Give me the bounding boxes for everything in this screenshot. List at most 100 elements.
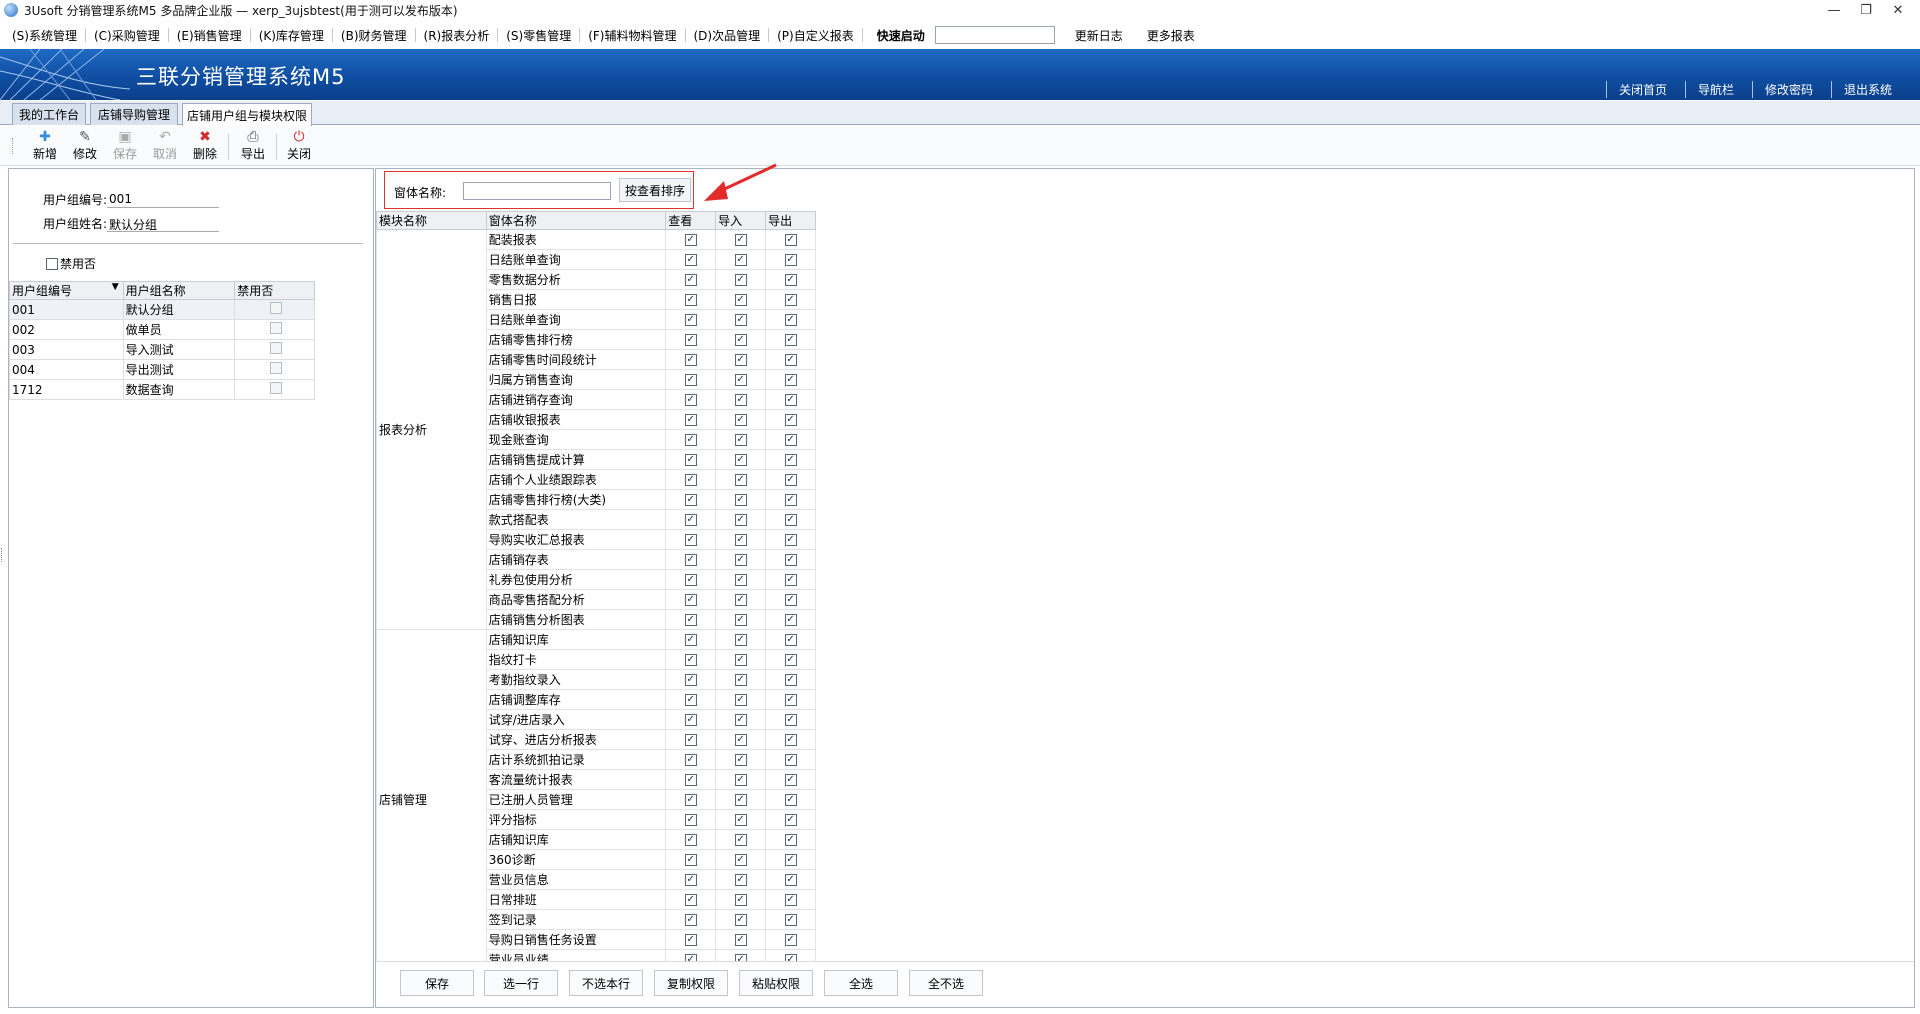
menu-materials[interactable]: (F)辅料物料管理 (582, 27, 682, 44)
import-permission-checkbox[interactable]: ✓ (734, 654, 747, 666)
import-permission-checkbox[interactable]: ✓ (734, 694, 747, 706)
tab-store-user-group-permissions[interactable]: 店铺用户组与模块权限 (182, 103, 312, 126)
export-permission-checkbox[interactable]: ✓ (784, 834, 797, 846)
toolbar-grip[interactable] (12, 138, 15, 154)
export-permission-checkbox[interactable]: ✓ (784, 454, 797, 466)
export-permission-checkbox[interactable]: ✓ (784, 414, 797, 426)
export-permission-checkbox[interactable]: ✓ (784, 914, 797, 926)
export-permission-checkbox[interactable]: ✓ (784, 934, 797, 946)
view-permission-checkbox[interactable]: ✓ (684, 534, 697, 546)
row-disabled-checkbox[interactable] (269, 322, 282, 334)
change-password-link[interactable]: 修改密码 (1751, 81, 1825, 98)
exit-system-link[interactable]: 退出系统 (1830, 81, 1904, 98)
import-permission-checkbox[interactable]: ✓ (734, 714, 747, 726)
import-permission-checkbox[interactable]: ✓ (734, 734, 747, 746)
view-permission-checkbox[interactable]: ✓ (684, 874, 697, 886)
close-button[interactable]: ⏻ 关闭 (282, 129, 316, 163)
view-permission-checkbox[interactable]: ✓ (684, 254, 697, 266)
view-permission-checkbox[interactable]: ✓ (684, 954, 697, 961)
view-permission-checkbox[interactable]: ✓ (684, 514, 697, 526)
table-row[interactable]: 报表分析 配装报表 ✓ ✓ ✓ (376, 229, 816, 630)
view-permission-checkbox[interactable]: ✓ (684, 414, 697, 426)
import-permission-checkbox[interactable]: ✓ (734, 954, 747, 961)
export-permission-checkbox[interactable]: ✓ (784, 694, 797, 706)
import-permission-checkbox[interactable]: ✓ (734, 874, 747, 886)
export-permission-checkbox[interactable]: ✓ (784, 314, 797, 326)
export-permission-checkbox[interactable]: ✓ (784, 854, 797, 866)
more-reports-link[interactable]: 更多报表 (1141, 27, 1201, 44)
menu-purchase[interactable]: (C)采购管理 (88, 27, 166, 44)
export-permission-checkbox[interactable]: ✓ (784, 654, 797, 666)
import-permission-checkbox[interactable]: ✓ (734, 454, 747, 466)
import-permission-checkbox[interactable]: ✓ (734, 514, 747, 526)
import-permission-checkbox[interactable]: ✓ (734, 294, 747, 306)
menu-reports[interactable]: (R)报表分析 (418, 27, 496, 44)
menu-sales[interactable]: (E)销售管理 (171, 27, 248, 44)
edit-button[interactable]: ✎ 修改 (68, 129, 102, 163)
import-permission-checkbox[interactable]: ✓ (734, 934, 747, 946)
group-code-field[interactable]: 001 (107, 192, 220, 208)
cancel-toolbar-button[interactable]: ↶ 取消 (148, 129, 182, 163)
row-disabled-checkbox[interactable] (269, 302, 282, 314)
col-header-import[interactable]: 导入 (715, 211, 767, 230)
import-permission-checkbox[interactable]: ✓ (734, 834, 747, 846)
import-permission-checkbox[interactable]: ✓ (734, 594, 747, 606)
update-log-link[interactable]: 更新日志 (1069, 27, 1129, 44)
deselect-row-button[interactable]: 不选本行 (569, 970, 643, 996)
export-permission-checkbox[interactable]: ✓ (784, 794, 797, 806)
export-permission-checkbox[interactable]: ✓ (784, 774, 797, 786)
import-permission-checkbox[interactable]: ✓ (734, 494, 747, 506)
view-permission-checkbox[interactable]: ✓ (684, 294, 697, 306)
import-permission-checkbox[interactable]: ✓ (734, 794, 747, 806)
save-toolbar-button[interactable]: ▣ 保存 (108, 129, 142, 163)
export-permission-checkbox[interactable]: ✓ (784, 954, 797, 961)
sort-by-view-button[interactable]: 按查看排序 (619, 178, 691, 202)
save-button[interactable]: 保存 (400, 970, 474, 996)
import-permission-checkbox[interactable]: ✓ (734, 854, 747, 866)
minimize-button[interactable]: — (1818, 0, 1850, 20)
view-permission-checkbox[interactable]: ✓ (684, 274, 697, 286)
row-disabled-checkbox[interactable] (269, 382, 282, 394)
export-permission-checkbox[interactable]: ✓ (784, 494, 797, 506)
select-row-button[interactable]: 选一行 (484, 970, 558, 996)
view-permission-checkbox[interactable]: ✓ (684, 794, 697, 806)
view-permission-checkbox[interactable]: ✓ (684, 234, 697, 246)
col-header-form[interactable]: 窗体名称 (485, 211, 667, 230)
view-permission-checkbox[interactable]: ✓ (684, 734, 697, 746)
import-permission-checkbox[interactable]: ✓ (734, 394, 747, 406)
view-permission-checkbox[interactable]: ✓ (684, 334, 697, 346)
copy-permissions-button[interactable]: 复制权限 (654, 970, 728, 996)
import-permission-checkbox[interactable]: ✓ (734, 674, 747, 686)
import-permission-checkbox[interactable]: ✓ (734, 534, 747, 546)
row-disabled-checkbox[interactable] (269, 362, 282, 374)
col-header-module[interactable]: 模块名称 (376, 211, 487, 230)
export-permission-checkbox[interactable]: ✓ (784, 254, 797, 266)
table-row[interactable]: 004 导出测试 (9, 359, 315, 380)
import-permission-checkbox[interactable]: ✓ (734, 614, 747, 626)
import-permission-checkbox[interactable]: ✓ (734, 554, 747, 566)
view-permission-checkbox[interactable]: ✓ (684, 374, 697, 386)
view-permission-checkbox[interactable]: ✓ (684, 614, 697, 626)
view-permission-checkbox[interactable]: ✓ (684, 834, 697, 846)
import-permission-checkbox[interactable]: ✓ (734, 254, 747, 266)
tab-my-workbench[interactable]: 我的工作台 (12, 103, 86, 125)
import-permission-checkbox[interactable]: ✓ (734, 774, 747, 786)
export-permission-checkbox[interactable]: ✓ (784, 294, 797, 306)
col-header-view[interactable]: 查看 (665, 211, 717, 230)
import-permission-checkbox[interactable]: ✓ (734, 314, 747, 326)
select-all-button[interactable]: 全选 (824, 970, 898, 996)
export-permission-checkbox[interactable]: ✓ (784, 634, 797, 646)
navigation-bar-link[interactable]: 导航栏 (1684, 81, 1746, 98)
view-permission-checkbox[interactable]: ✓ (684, 654, 697, 666)
view-permission-checkbox[interactable]: ✓ (684, 454, 697, 466)
permission-grid-scroll[interactable]: 模块名称 窗体名称 查看 导入 导出 报表分析 配装报表 ✓ ✓ ✓ 日结账单查询 ✓ ✓ ✓ 零… (376, 211, 816, 961)
export-button[interactable]: ⎙ 导出 (236, 129, 270, 163)
export-permission-checkbox[interactable]: ✓ (784, 714, 797, 726)
import-permission-checkbox[interactable]: ✓ (734, 914, 747, 926)
view-permission-checkbox[interactable]: ✓ (684, 314, 697, 326)
menu-defects[interactable]: (D)次品管理 (688, 27, 767, 44)
export-permission-checkbox[interactable]: ✓ (784, 734, 797, 746)
view-permission-checkbox[interactable]: ✓ (684, 474, 697, 486)
row-disabled-checkbox[interactable] (269, 342, 282, 354)
export-permission-checkbox[interactable]: ✓ (784, 574, 797, 586)
